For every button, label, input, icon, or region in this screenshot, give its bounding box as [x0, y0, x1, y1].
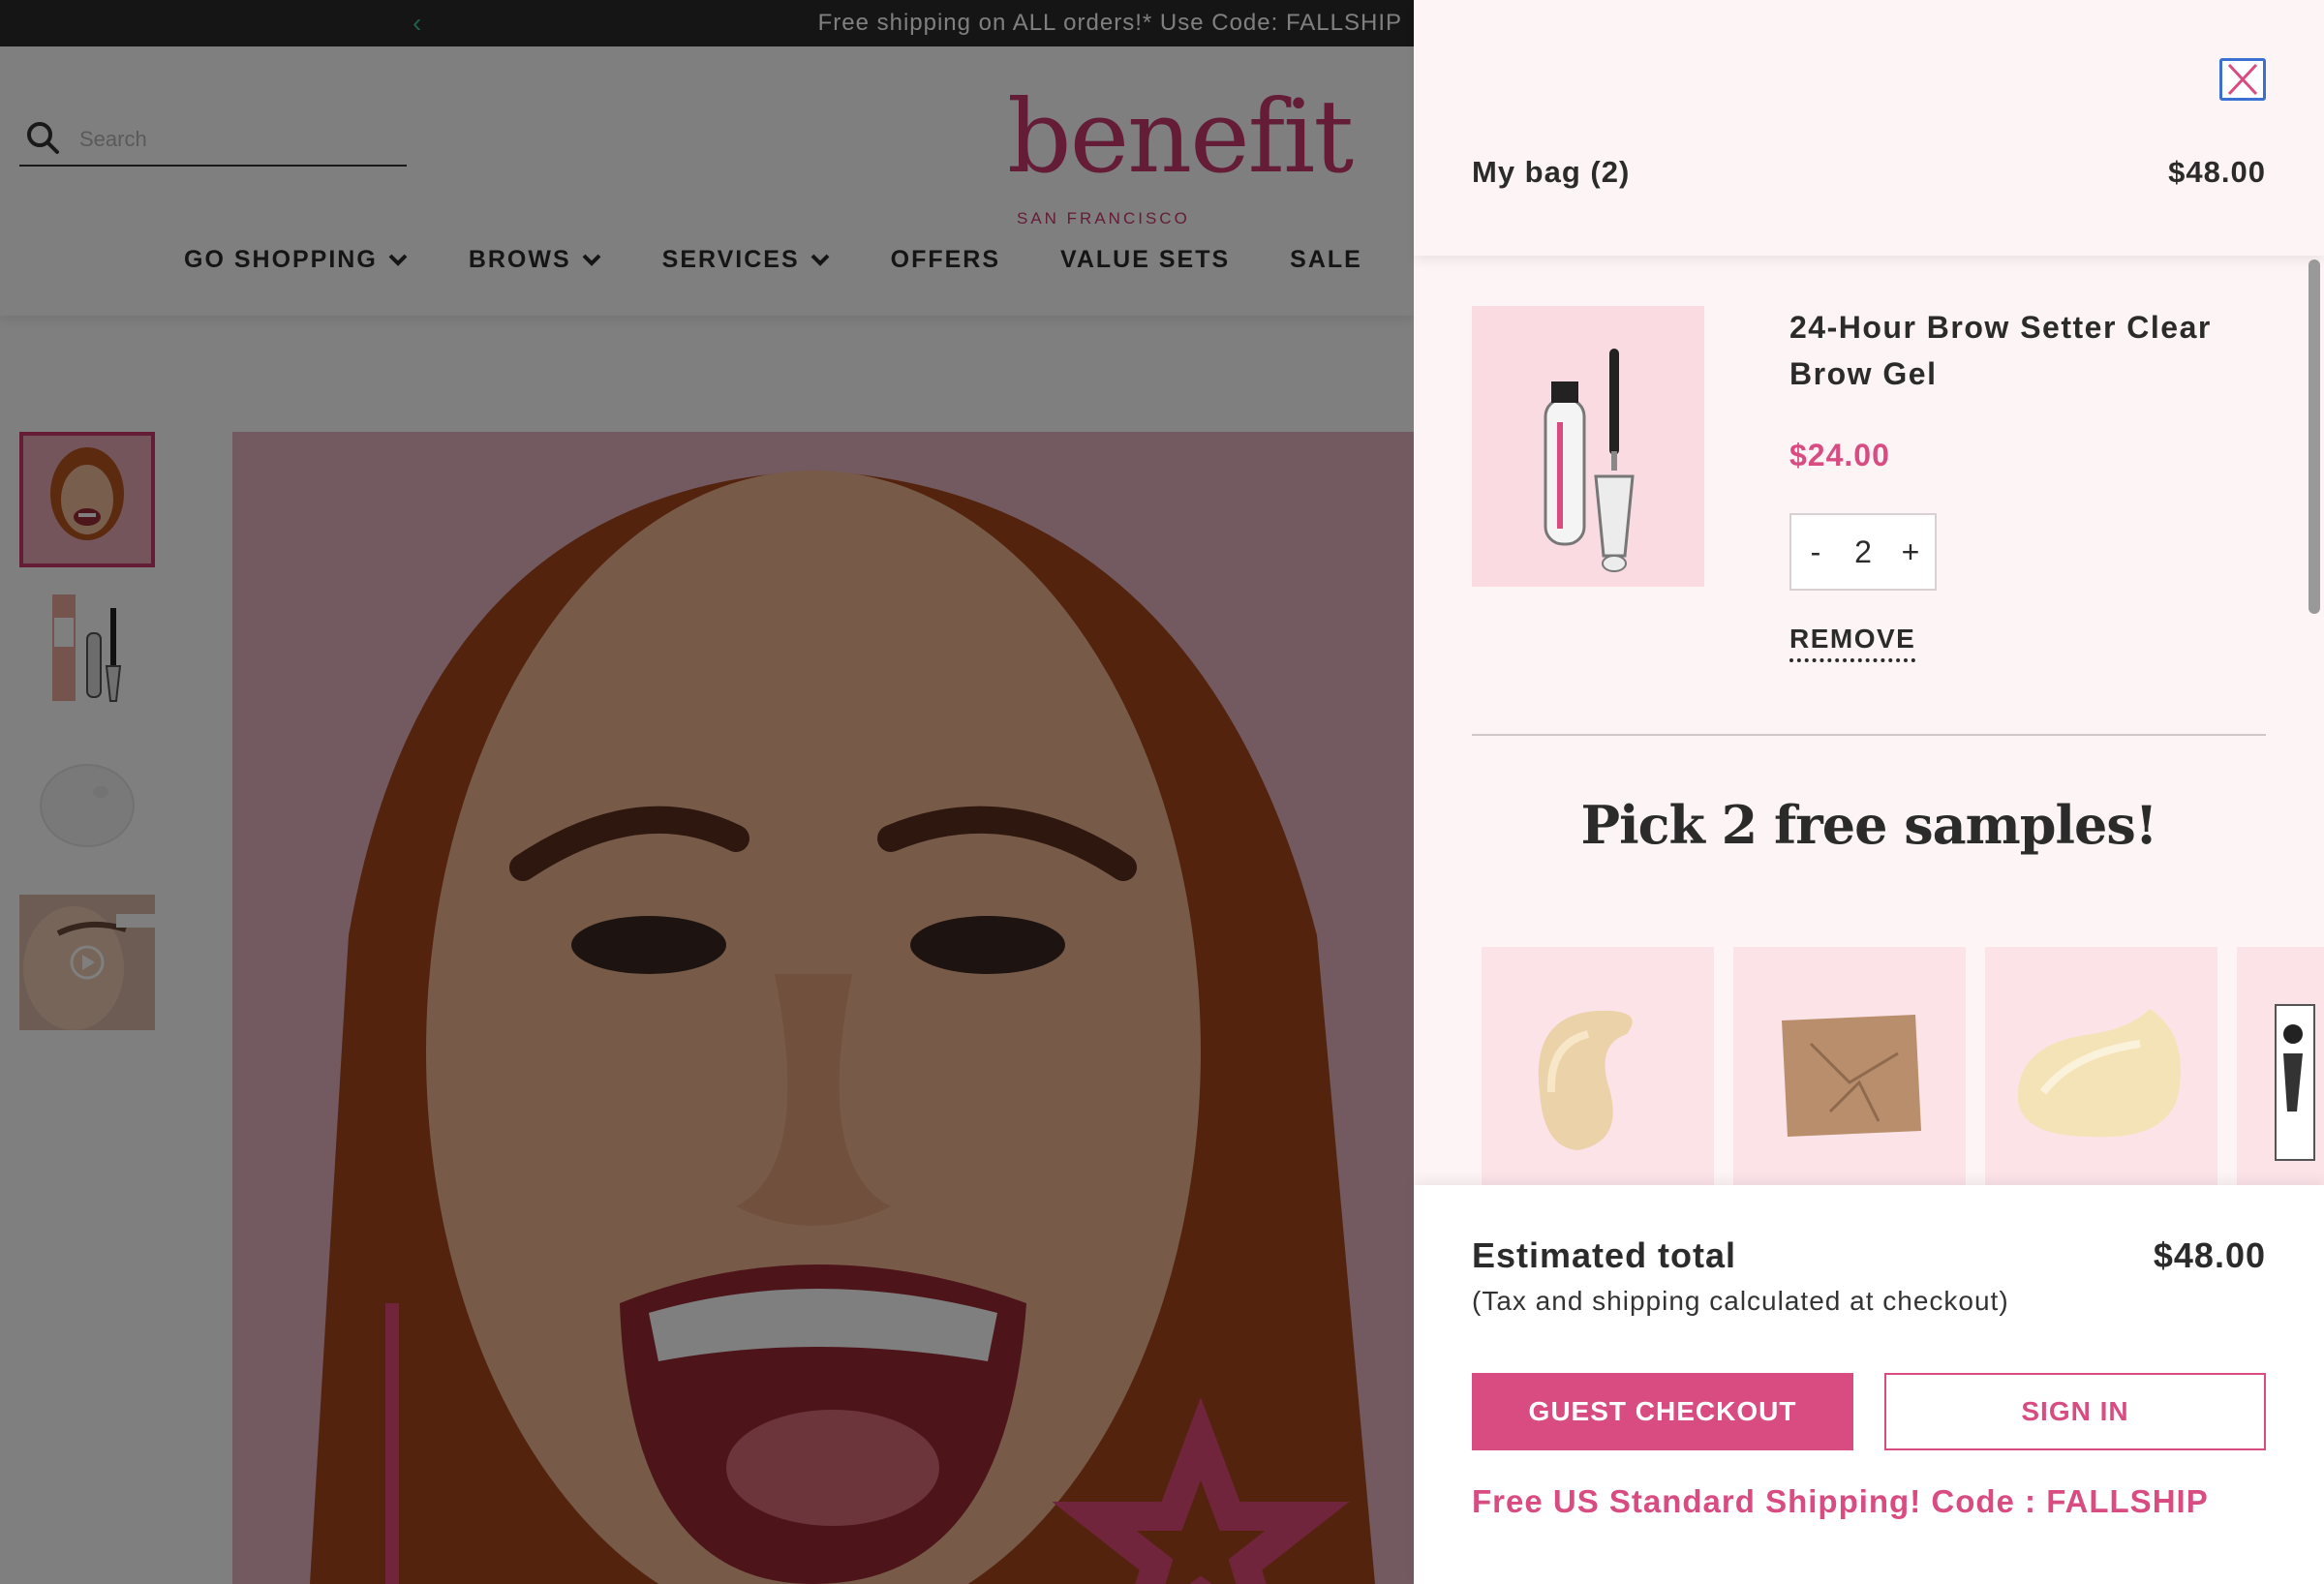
quantity-stepper: - 2 +: [1789, 513, 1937, 591]
close-button[interactable]: [2219, 58, 2266, 101]
sample-card-mascara[interactable]: [2237, 947, 2324, 1185]
quantity-decrease-button[interactable]: -: [1791, 515, 1840, 589]
guest-checkout-button[interactable]: GUEST CHECKOUT: [1472, 1373, 1853, 1450]
sample-card-powder[interactable]: [1733, 947, 1966, 1185]
bag-scroll-area[interactable]: 24-Hour Brow Setter Clear Brow Gel $24.0…: [1414, 256, 2324, 1185]
estimated-total-value: $48.00: [2153, 1235, 2266, 1275]
bag-drawer: My bag (2) $48.00 24-Hour Brow Setter Cl…: [1414, 0, 2324, 1584]
estimated-total-note: (Tax and shipping calculated at checkout…: [1472, 1286, 2009, 1316]
bag-title: My bag (2): [1472, 155, 1631, 189]
bag-header: My bag (2) $48.00: [1414, 0, 2324, 256]
remove-item-link[interactable]: REMOVE: [1789, 624, 1916, 662]
quantity-value: 2: [1854, 533, 1872, 569]
bag-footer: Estimated total $48.00 (Tax and shipping…: [1414, 1185, 2324, 1584]
product-price: $24.00: [1789, 438, 1890, 472]
quantity-increase-button[interactable]: +: [1886, 515, 1935, 589]
cream-swatch-image: [1985, 947, 2217, 1185]
page-dim-overlay[interactable]: [0, 0, 1414, 1584]
samples-title: Pick 2 free samples!: [1580, 794, 2157, 856]
shipping-message: Free US Standard Shipping! Code : FALLSH…: [1472, 1483, 2209, 1519]
sign-in-button[interactable]: SIGN IN: [1884, 1373, 2266, 1450]
product-image[interactable]: [1472, 306, 1704, 587]
brow-gel-product-image: [1472, 306, 1704, 587]
bag-total: $48.00: [2168, 155, 2266, 189]
product-name[interactable]: 24-Hour Brow Setter Clear Brow Gel: [1789, 304, 2274, 397]
product-page: ‹ Free shipping on ALL orders!* Use Code…: [0, 0, 1414, 1584]
foundation-swatch-image: [1482, 947, 1714, 1185]
powder-swatch-image: [1733, 947, 1966, 1185]
sample-card-cream[interactable]: [1985, 947, 2217, 1185]
sample-card-foundation[interactable]: [1482, 947, 1714, 1185]
close-icon: [2227, 63, 2258, 96]
estimated-total-label: Estimated total: [1472, 1235, 1737, 1275]
mascara-sample-image: [2237, 947, 2324, 1185]
divider: [1472, 734, 2266, 736]
drawer-scrollbar[interactable]: [2309, 259, 2320, 614]
